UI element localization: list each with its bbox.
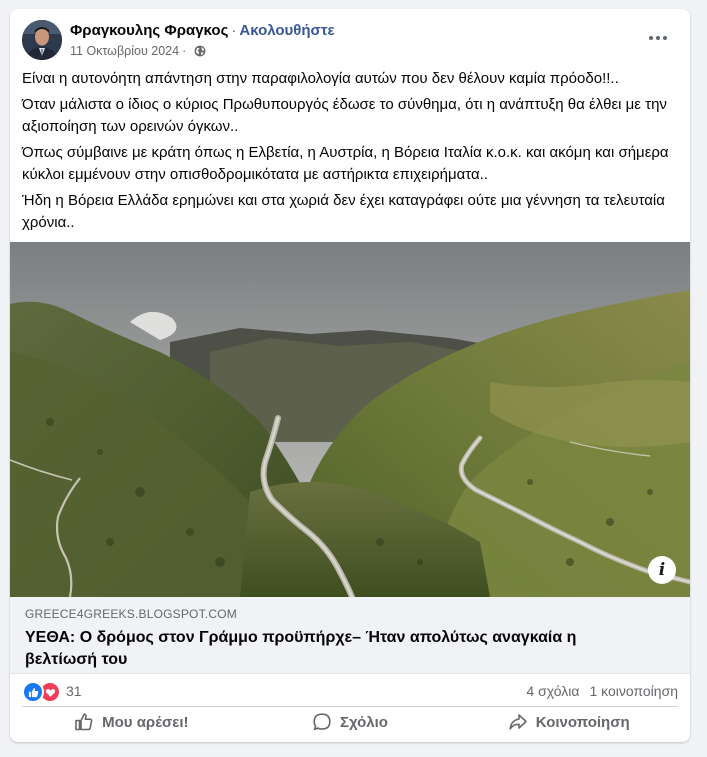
more-options-button[interactable]	[644, 28, 672, 48]
author-line: Φραγκουλης Φραγκος · Ακολουθήστε	[70, 22, 335, 39]
comment-icon	[313, 713, 331, 731]
reaction-count[interactable]: 31	[66, 683, 82, 699]
link-preview-info[interactable]: GREECE4GREEKS.BLOGSPOT.COM ΥΕΘΑ: Ο δρόμο…	[10, 597, 690, 674]
post-stats: 31 4 σχόλια 1 κοινοποίηση	[22, 681, 678, 703]
avatar[interactable]	[22, 20, 62, 60]
follow-link[interactable]: Ακολουθήστε	[239, 22, 334, 39]
like-button[interactable]: Μου αρέσει!	[22, 707, 241, 737]
link-preview-image[interactable]: i	[10, 242, 690, 597]
author-name[interactable]: Φραγκουλης Φραγκος	[70, 22, 228, 39]
like-reaction-icon	[22, 681, 44, 703]
mountain-valley-photo	[10, 242, 690, 597]
meta-separator: ·	[182, 44, 187, 58]
more-horizontal-icon	[649, 36, 653, 40]
share-icon	[509, 714, 527, 730]
post-header: Φραγκουλης Φραγκος · Ακολουθήστε 11 Οκτωβρ…	[22, 20, 678, 62]
globe-icon[interactable]	[194, 45, 206, 57]
info-icon[interactable]: i	[648, 556, 676, 584]
share-button[interactable]: Κοινοποίηση	[459, 707, 678, 737]
avatar-image	[22, 20, 62, 60]
more-dot	[656, 36, 660, 40]
reaction-icons[interactable]	[22, 681, 61, 703]
thumbs-up-icon	[75, 713, 93, 731]
share-label: Κοινοποίηση	[535, 713, 630, 731]
shares-count[interactable]: 1 κοινοποίηση	[589, 683, 678, 699]
comment-button[interactable]: Σχόλιο	[241, 707, 460, 737]
link-domain: GREECE4GREEKS.BLOGSPOT.COM	[25, 607, 237, 621]
post-card: Φραγκουλης Φραγκος · Ακολουθήστε 11 Οκτωβρ…	[10, 9, 690, 742]
separator: ·	[231, 22, 237, 39]
post-date[interactable]: 11 Οκτωβρίου 2024	[70, 44, 179, 58]
post-paragraph: Όταν μάλιστα ο ίδιος ο κύριος Πρωθυπουργ…	[22, 96, 667, 135]
post-paragraph: Είναι η αυτονόητη απάντηση στην παραφιλο…	[22, 70, 619, 87]
like-label: Μου αρέσει!	[102, 713, 189, 731]
post-paragraph: Όπως σύμβαινε με κράτη όπως η Ελβετία, η…	[22, 144, 669, 183]
post-text: Είναι η αυτονόητη απάντηση στην παραφιλο…	[22, 68, 678, 238]
post-actions: Μου αρέσει! Σχόλιο Κοινοποίηση	[22, 707, 678, 737]
link-title[interactable]: ΥΕΘΑ: Ο δρόμος στον Γράμμο προϋπήρχε– Ήτ…	[25, 627, 625, 671]
stats-right: 4 σχόλια 1 κοινοποίηση	[526, 683, 678, 699]
more-dot	[663, 36, 667, 40]
post-meta: 11 Οκτωβρίου 2024 ·	[70, 44, 206, 58]
comments-count[interactable]: 4 σχόλια	[526, 683, 579, 699]
post-paragraph: Ήδη η Βόρεια Ελλάδα ερημώνει και στα χωρ…	[22, 192, 665, 231]
comment-label: Σχόλιο	[340, 713, 388, 731]
